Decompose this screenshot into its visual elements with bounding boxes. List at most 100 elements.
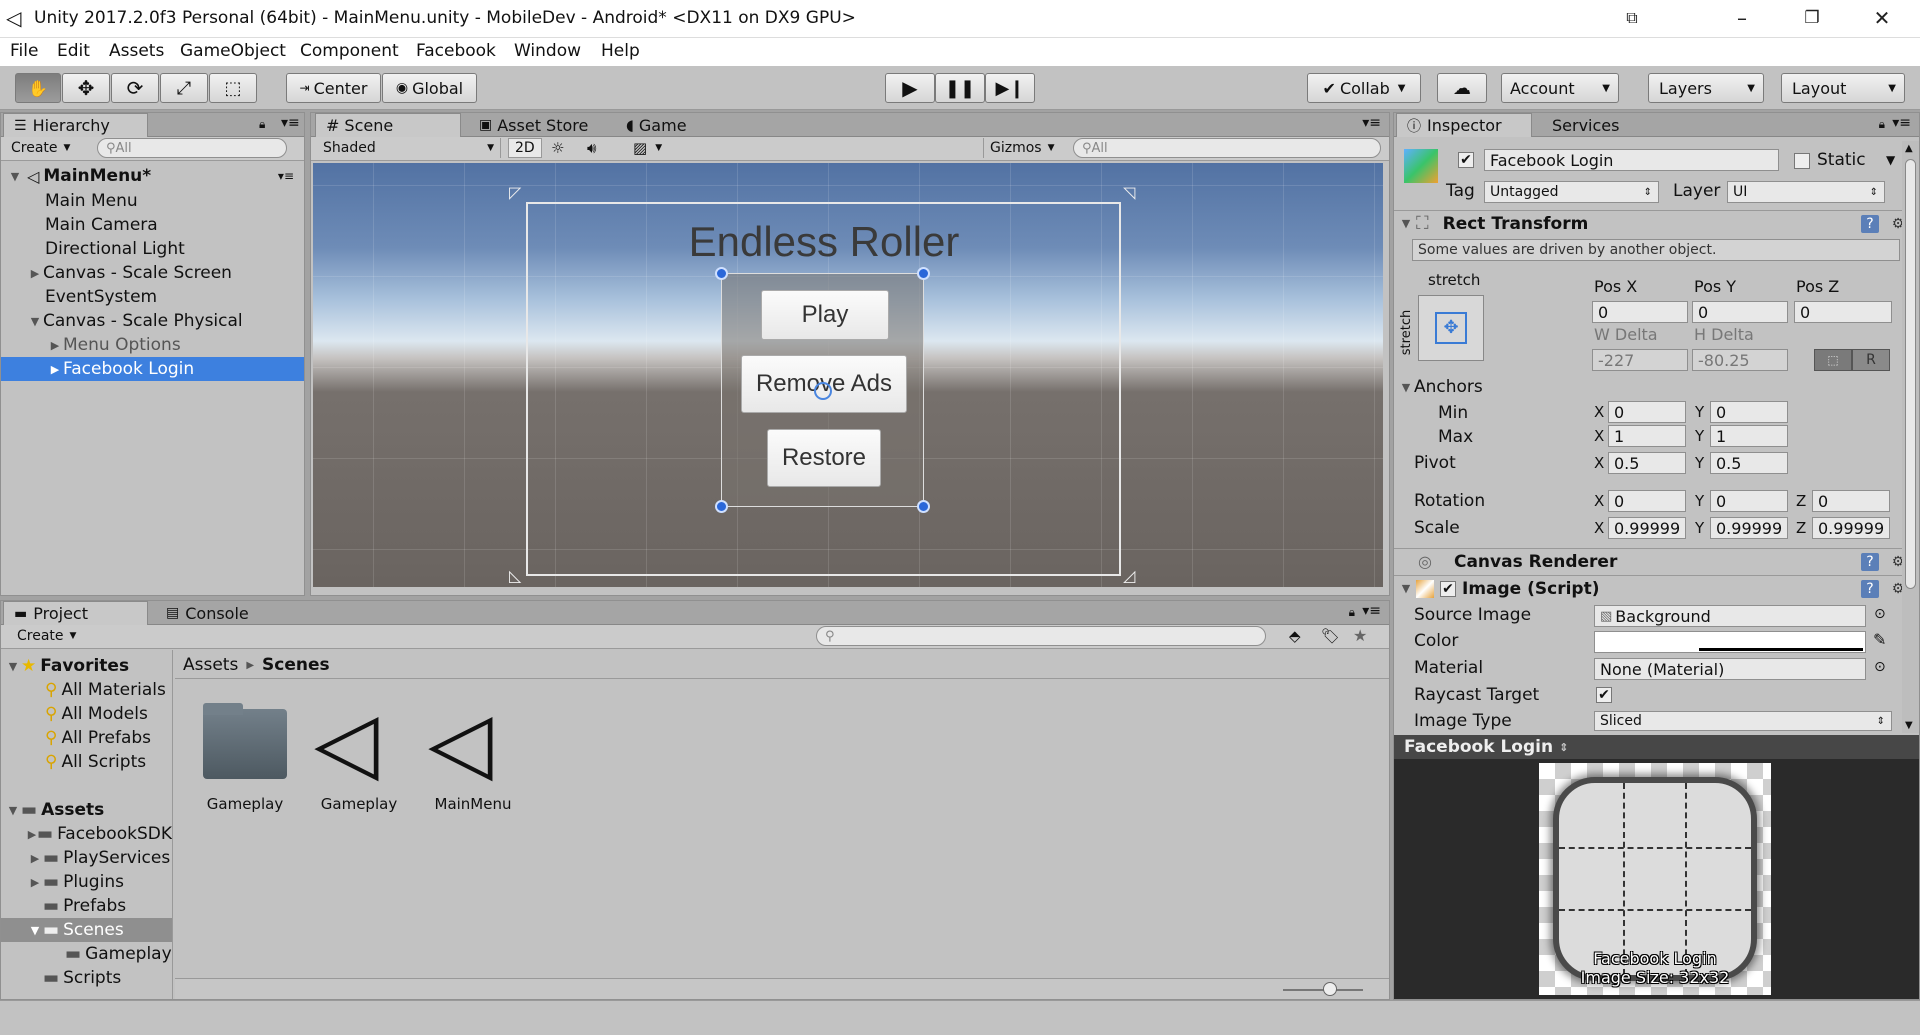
- zoom-slider-thumb[interactable]: [1323, 982, 1337, 996]
- step-button[interactable]: ▶❙: [985, 73, 1035, 103]
- menu-gameobject[interactable]: GameObject: [180, 41, 286, 61]
- layout-dropdown[interactable]: Layout ▼: [1781, 73, 1905, 103]
- pivot-center-button[interactable]: ⇥ Center: [286, 73, 381, 103]
- favorite-star-icon[interactable]: ★: [1353, 626, 1367, 645]
- hierarchy-item[interactable]: Main Menu: [1, 189, 304, 213]
- scale-x-input[interactable]: 0.99999: [1608, 517, 1686, 539]
- image-type-dropdown[interactable]: Sliced ⇕: [1594, 711, 1892, 731]
- favorite-item[interactable]: ⚲ All Models: [1, 702, 172, 726]
- panel-menu-icon[interactable]: ▾≡: [1362, 603, 1381, 619]
- tab-services[interactable]: Services: [1542, 113, 1629, 137]
- effects-dropdown[interactable]: ▨ ▼: [627, 138, 677, 158]
- favorite-item[interactable]: ⚲ All Prefabs: [1, 726, 172, 750]
- preview-header[interactable]: Facebook Login ⇕: [1394, 735, 1919, 759]
- asset-folder[interactable]: ▬ Prefabs: [1, 894, 172, 918]
- help-book-icon[interactable]: ?: [1861, 580, 1879, 598]
- material-field[interactable]: None (Material): [1594, 658, 1866, 680]
- scroll-down-icon[interactable]: ▼: [1905, 720, 1913, 731]
- hierarchy-search-input[interactable]: ⚲ All: [97, 138, 287, 158]
- pivot-y-input[interactable]: 0.5: [1710, 452, 1788, 474]
- restore-ui-button[interactable]: Restore: [767, 429, 881, 487]
- rect-tool-icon[interactable]: ⬚: [209, 73, 257, 103]
- panel-menu-icon[interactable]: ▾≡: [1892, 115, 1911, 131]
- play-ui-button[interactable]: Play: [761, 290, 889, 340]
- pos-y-input[interactable]: 0: [1692, 301, 1788, 323]
- source-image-field[interactable]: ▧ Background: [1594, 605, 1866, 627]
- raycast-target-checkbox[interactable]: ✔: [1596, 687, 1612, 703]
- blueprint-mode-button[interactable]: ⬚: [1814, 349, 1852, 371]
- h-delta-input[interactable]: -80.25: [1692, 349, 1788, 371]
- pos-x-input[interactable]: 0: [1592, 301, 1688, 323]
- anchor-preset-button[interactable]: ✥: [1418, 295, 1484, 361]
- pos-z-input[interactable]: 0: [1794, 301, 1892, 323]
- rotate-tool-icon[interactable]: ⟳: [111, 73, 159, 103]
- chevron-down-icon[interactable]: ▼: [1886, 153, 1895, 167]
- tab-asset-store[interactable]: ▣ Asset Store: [469, 113, 598, 137]
- asset-folder[interactable]: ▶ ▬ Plugins: [1, 870, 172, 894]
- project-search-input[interactable]: ⚲: [816, 626, 1266, 646]
- anchor-min-y-input[interactable]: 0: [1710, 401, 1788, 423]
- window-restore-icon[interactable]: ⧉: [1602, 0, 1662, 38]
- rect-handle[interactable]: [715, 500, 728, 513]
- expand-triangle-icon[interactable]: ▼: [5, 804, 21, 817]
- lock-icon[interactable]: 🔒︎: [259, 117, 265, 132]
- tab-project[interactable]: ▬ Project: [3, 601, 148, 625]
- scroll-up-icon[interactable]: ▲: [1905, 143, 1913, 154]
- favorite-item[interactable]: ⚲ All Scripts: [1, 750, 172, 774]
- close-icon[interactable]: ✕: [1852, 0, 1912, 38]
- layer-dropdown[interactable]: UI ⇕: [1727, 181, 1885, 203]
- rect-handle[interactable]: [917, 267, 930, 280]
- asset-folder-selected[interactable]: ▼ ▬ Scenes: [1, 918, 172, 942]
- menu-assets[interactable]: Assets: [109, 41, 164, 61]
- menu-component[interactable]: Component: [300, 41, 399, 61]
- unity-scene-icon[interactable]: ◁: [314, 697, 379, 787]
- favorites-row[interactable]: ▼ ★ Favorites: [1, 654, 172, 678]
- hierarchy-item[interactable]: EventSystem: [1, 285, 304, 309]
- shading-mode-dropdown[interactable]: Shaded ▼: [317, 138, 501, 158]
- inspector-scrollbar[interactable]: ▲ ▼: [1902, 141, 1919, 733]
- collab-dropdown[interactable]: ✔ Collab ▼: [1307, 73, 1421, 103]
- help-book-icon[interactable]: ?: [1861, 215, 1879, 233]
- maximize-icon[interactable]: ❐: [1782, 0, 1842, 38]
- asset-file-label[interactable]: Gameplay: [309, 795, 409, 813]
- project-create-dropdown[interactable]: Create ▼: [11, 626, 91, 646]
- scale-tool-icon[interactable]: ⤢: [160, 73, 208, 103]
- menu-facebook[interactable]: Facebook: [416, 41, 496, 61]
- panel-menu-icon[interactable]: ▾≡: [281, 115, 300, 131]
- move-tool-icon[interactable]: ✥: [62, 73, 110, 103]
- rotation-y-input[interactable]: 0: [1710, 490, 1788, 512]
- expand-triangle-icon[interactable]: ▼: [1398, 582, 1414, 595]
- pivot-x-input[interactable]: 0.5: [1608, 452, 1686, 474]
- scene-search-input[interactable]: ⚲ All: [1073, 138, 1381, 158]
- menu-edit[interactable]: Edit: [57, 41, 90, 61]
- help-book-icon[interactable]: ?: [1861, 553, 1879, 571]
- menu-file[interactable]: File: [10, 41, 38, 61]
- rotation-z-input[interactable]: 0: [1812, 490, 1890, 512]
- tab-inspector[interactable]: ⓘ Inspector: [1396, 113, 1532, 137]
- collapsed-triangle-icon[interactable]: ▶: [27, 852, 43, 865]
- lighting-toggle[interactable]: ☼: [545, 138, 579, 158]
- lock-icon[interactable]: 🔒︎: [1349, 605, 1355, 620]
- scale-y-input[interactable]: 0.99999: [1710, 517, 1788, 539]
- scene-viewport[interactable]: ◸ ◹ ◺ ◿ Endless Roller Play Remove Ads R…: [313, 163, 1383, 587]
- audio-toggle[interactable]: 🔊︎: [581, 138, 615, 158]
- tab-console[interactable]: ▤ Console: [156, 601, 259, 625]
- anchor-max-x-input[interactable]: 1: [1608, 425, 1686, 447]
- asset-folder[interactable]: ▬ Gameplay: [1, 942, 172, 966]
- tab-scene[interactable]: # Scene: [315, 113, 461, 137]
- filter-label-icon[interactable]: 🏷︎: [1321, 627, 1340, 645]
- object-picker-icon[interactable]: ⊙: [1874, 606, 1886, 622]
- hierarchy-item[interactable]: Main Camera: [1, 213, 304, 237]
- anchor-min-x-input[interactable]: 0: [1608, 401, 1686, 423]
- hierarchy-item[interactable]: Directional Light: [1, 237, 304, 261]
- asset-folder[interactable]: ▶ ▬ PlayServices: [1, 846, 172, 870]
- asset-file-label[interactable]: Gameplay: [195, 795, 295, 813]
- hand-tool-icon[interactable]: ✋: [15, 73, 61, 103]
- rect-transform-header[interactable]: ▼ ⛶ Rect Transform ? ⚙: [1394, 210, 1919, 236]
- filter-type-icon[interactable]: ⬘: [1289, 627, 1301, 645]
- folder-large-icon[interactable]: [203, 709, 287, 779]
- account-dropdown[interactable]: Account ▼: [1501, 73, 1619, 103]
- menu-window[interactable]: Window: [514, 41, 581, 61]
- gizmos-dropdown[interactable]: Gizmos ▼: [983, 138, 1061, 158]
- expand-triangle-icon[interactable]: ▼: [1398, 381, 1414, 394]
